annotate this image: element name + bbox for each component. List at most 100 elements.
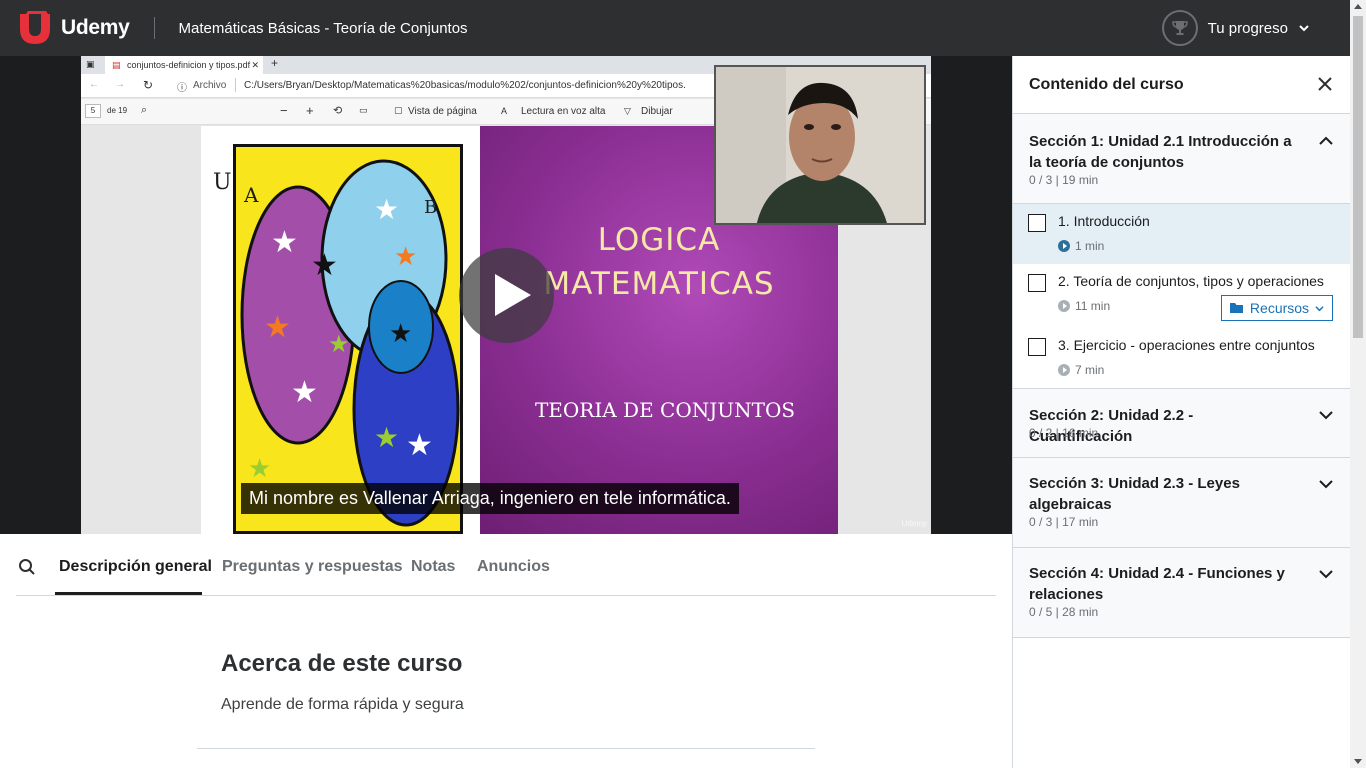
slide-subtitle: TEORIA DE CONJUNTOS (534, 398, 796, 422)
progress-menu[interactable]: Tu progreso (1161, 10, 1310, 46)
address-archivo: Archivo (193, 80, 227, 91)
toolbar-dibujar: Dibujar (641, 106, 673, 117)
course-tabs: Descripción general Preguntas y respuest… (16, 534, 996, 596)
trophy-icon (1161, 10, 1198, 46)
section-2[interactable]: Sección 2: Unidad 2.2 - Cuantificación 0… (1013, 388, 1350, 458)
about-title: Acerca de este curso (221, 650, 463, 677)
forward-arrow-icon: → (115, 79, 125, 90)
pdf-tab-title: conjuntos-definicion y tipos.pdf (127, 60, 251, 70)
chevron-down-icon (1315, 305, 1324, 311)
venn-label-b: B (424, 197, 438, 218)
lecture-duration-text: 1 min (1075, 239, 1105, 253)
lecture-checkbox[interactable] (1028, 338, 1046, 356)
lecture-item[interactable]: 2. Teoría de conjuntos, tipos y operacio… (1013, 264, 1350, 328)
tab-descripcion-general[interactable]: Descripción general (59, 558, 212, 576)
lecture-duration: 7 min (1058, 363, 1104, 377)
info-icon: ⓘ (177, 83, 187, 94)
play-circle-icon (1058, 364, 1070, 376)
webcam-overlay (714, 65, 926, 225)
udemy-logo[interactable]: Udemy (16, 11, 130, 45)
svg-text:★: ★ (374, 194, 399, 225)
svg-text:★: ★ (248, 453, 271, 483)
slide-title-line1: LOGICA (597, 222, 721, 258)
scroll-thumb[interactable] (1353, 16, 1363, 338)
top-header: Udemy Matemáticas Básicas - Teoría de Co… (0, 0, 1350, 56)
pdf-tab: ▤ conjuntos-definicion y tipos.pdf ✕ (105, 56, 263, 74)
lecture-duration-text: 11 min (1075, 299, 1111, 313)
udemy-logo-icon (20, 11, 50, 44)
chevron-down-icon (1299, 25, 1309, 32)
header-divider (153, 17, 155, 39)
svg-text:★: ★ (311, 249, 338, 282)
section-title: Sección 3: Unidad 2.3 - Leyes algebraica… (1029, 475, 1240, 513)
section-title: Sección 1: Unidad 2.1 Introducción a la … (1029, 133, 1292, 171)
page-number-field: 5 (85, 104, 101, 118)
address-divider (235, 78, 236, 92)
chevron-down-icon (1319, 570, 1333, 579)
zoom-in-icon: + (306, 103, 314, 118)
resources-label: Recursos (1249, 300, 1310, 316)
window-menu-icon: ▣ (86, 59, 95, 69)
resources-button[interactable]: Recursos (1221, 295, 1333, 321)
lecture-title: 3. Ejercicio - operaciones entre conjunt… (1058, 337, 1315, 353)
svg-text:★: ★ (406, 429, 433, 462)
scroll-down-icon[interactable] (1354, 759, 1362, 764)
lecture-title: 2. Teoría de conjuntos, tipos y operacio… (1058, 273, 1324, 289)
section-1[interactable]: Sección 1: Unidad 2.1 Introducción a la … (1013, 114, 1350, 204)
lecture-item[interactable]: 3. Ejercicio - operaciones entre conjunt… (1013, 328, 1350, 388)
course-title[interactable]: Matemáticas Básicas - Teoría de Conjunto… (179, 20, 468, 37)
section-meta: 0 / 3 | 19 min (1029, 173, 1099, 187)
svg-text:★: ★ (328, 331, 350, 358)
section-4[interactable]: Sección 4: Unidad 2.4 - Funciones y rela… (1013, 548, 1350, 638)
sidebar-header: Contenido del curso (1013, 56, 1350, 114)
lecture-duration: 11 min (1058, 299, 1110, 313)
tab-notas[interactable]: Notas (411, 558, 455, 576)
search-icon[interactable] (18, 558, 36, 576)
sidebar-title: Contenido del curso (1029, 76, 1184, 93)
play-icon (495, 274, 531, 316)
zoom-out-icon: − (280, 103, 288, 118)
svg-text:★: ★ (291, 376, 318, 409)
close-tab-icon: ✕ (251, 60, 259, 70)
lecture-checkbox[interactable] (1028, 274, 1046, 292)
play-button[interactable] (459, 248, 554, 343)
video-player-area: ▣ ▤ conjuntos-definicion y tipos.pdf ✕ +… (0, 56, 1012, 534)
lecture-item[interactable]: 1. Introducción 1 min (1013, 204, 1350, 264)
lecture-duration-text: 7 min (1075, 363, 1105, 377)
venn-diagram: A B ★ ★ ★ ★ ★ ★ ★ ★ ★ ★ ★ (233, 144, 463, 534)
page-view-icon: ▢ (394, 105, 403, 115)
back-arrow-icon: ← (89, 79, 99, 90)
course-content-sidebar: Contenido del curso Sección 1: Unidad 2.… (1012, 56, 1350, 768)
tab-anuncios[interactable]: Anuncios (477, 558, 550, 576)
video-caption: Mi nombre es Vallenar Arriaga, ingeniero… (241, 483, 739, 514)
page-total: de 19 (107, 106, 128, 115)
lecture-title: 1. Introducción (1058, 213, 1150, 229)
about-divider (197, 748, 815, 749)
section-3[interactable]: Sección 3: Unidad 2.3 - Leyes algebraica… (1013, 458, 1350, 548)
tab-preguntas-respuestas[interactable]: Preguntas y respuestas (222, 558, 403, 576)
section-meta: 0 / 2 | 16 min (1029, 426, 1099, 440)
active-tab-underline (55, 592, 202, 595)
read-aloud-icon: A (501, 106, 508, 116)
video-player[interactable]: ▣ ▤ conjuntos-definicion y tipos.pdf ✕ +… (81, 56, 931, 534)
svg-text:★: ★ (374, 422, 399, 453)
folder-icon (1229, 303, 1243, 313)
svg-text:★: ★ (394, 241, 417, 271)
webcam-person (716, 67, 924, 223)
page-scrollbar[interactable] (1350, 0, 1366, 768)
progress-label: Tu progreso (1207, 19, 1288, 37)
chevron-down-icon (1319, 411, 1333, 420)
logo-text: Udemy (61, 16, 130, 39)
play-circle-icon (1058, 240, 1070, 252)
scroll-up-icon[interactable] (1354, 4, 1362, 9)
svg-text:★: ★ (271, 226, 298, 259)
draw-icon: ▽ (624, 106, 631, 116)
toolbar-lectura: Lectura en voz alta (521, 106, 606, 117)
venn-label-a: A (244, 183, 259, 207)
venn-slide: U A B ★ ★ ★ ★ ★ ★ ★ ★ ★ ★ ★ (201, 126, 481, 534)
svg-text:★: ★ (389, 318, 412, 348)
close-icon[interactable] (1316, 75, 1334, 93)
lecture-checkbox[interactable] (1028, 214, 1046, 232)
video-watermark: Udemy (901, 519, 927, 528)
new-tab-icon: + (271, 56, 279, 70)
